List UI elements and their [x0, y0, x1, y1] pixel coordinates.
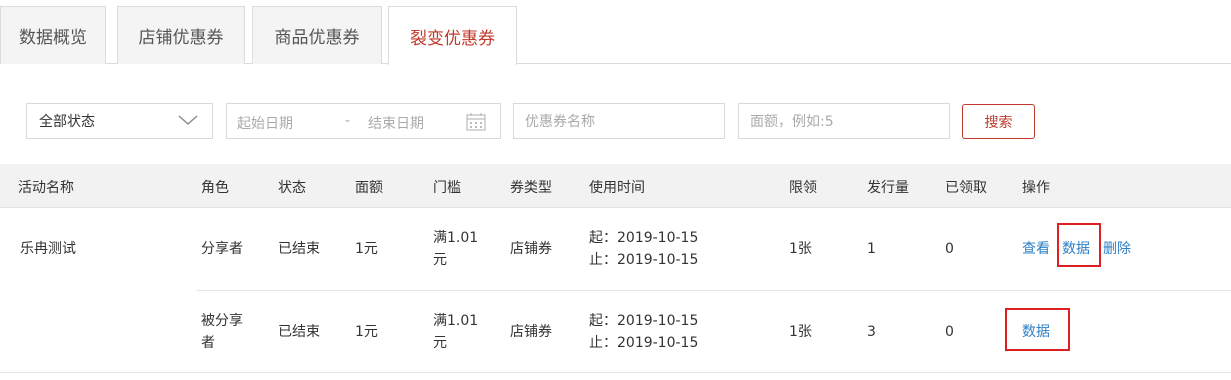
- status: 已结束: [278, 241, 320, 257]
- calendar-icon[interactable]: [466, 112, 486, 131]
- highlight-box: [1057, 223, 1101, 267]
- view-link[interactable]: 查看: [1022, 238, 1050, 260]
- col-issued: 发行量: [867, 180, 909, 196]
- time-end: 止：2019-10-15: [589, 335, 699, 351]
- col-activity-name: 活动名称: [18, 180, 74, 196]
- tab-fission-coupon[interactable]: 裂变优惠券: [388, 6, 517, 65]
- table-header: 活动名称 角色 状态 面额 门槛 券类型 使用时间 限领 发行量 已领取 操作: [0, 164, 1231, 208]
- role: 分享者: [201, 241, 243, 257]
- amount-placeholder: 面额，例如:5: [750, 114, 834, 130]
- threshold-unit: 元: [433, 252, 447, 268]
- threshold: 满1.01: [433, 230, 479, 246]
- limit: 1张: [789, 324, 812, 340]
- col-role: 角色: [201, 180, 229, 196]
- time-start: 起：2019-10-15: [589, 230, 699, 246]
- status-select-value: 全部状态: [39, 114, 95, 130]
- activity-name: 乐冉测试: [20, 241, 76, 257]
- col-claimed: 已领取: [945, 180, 987, 196]
- col-usage-time: 使用时间: [589, 180, 645, 196]
- claimed: 0: [945, 324, 954, 340]
- limit: 1张: [789, 241, 812, 257]
- col-threshold: 门槛: [433, 180, 461, 196]
- coupon-name-input[interactable]: 优惠券名称: [513, 103, 725, 139]
- date-range-picker[interactable]: 起始日期 - 结束日期: [226, 103, 501, 139]
- coupon-type: 店铺券: [510, 324, 552, 340]
- highlight-box: [1005, 308, 1070, 351]
- role-cont: 者: [201, 335, 215, 351]
- date-range-separator: -: [345, 113, 351, 129]
- col-limit: 限领: [789, 180, 817, 196]
- coupon-name-placeholder: 优惠券名称: [525, 114, 595, 130]
- tab-bar: 数据概览 店铺优惠券 商品优惠券 裂变优惠券: [0, 0, 1231, 65]
- end-date-input[interactable]: 结束日期: [368, 113, 424, 133]
- threshold: 满1.01: [433, 313, 479, 329]
- table-bottom-border: [0, 372, 1231, 373]
- col-coupon-type: 券类型: [510, 180, 552, 196]
- role: 被分享: [201, 313, 243, 329]
- issued: 3: [867, 324, 876, 340]
- col-status: 状态: [278, 180, 306, 196]
- amount: 1元: [355, 241, 378, 257]
- col-amount: 面额: [355, 180, 383, 196]
- coupon-type: 店铺券: [510, 241, 552, 257]
- amount-input[interactable]: 面额，例如:5: [738, 103, 950, 139]
- row-divider: [197, 290, 1231, 291]
- col-actions: 操作: [1022, 180, 1050, 196]
- status-select[interactable]: 全部状态: [26, 103, 213, 139]
- start-date-input[interactable]: 起始日期: [237, 113, 293, 133]
- search-button[interactable]: 搜索: [962, 104, 1035, 139]
- chevron-down-icon: [178, 115, 198, 125]
- tab-store-coupon[interactable]: 店铺优惠券: [117, 6, 245, 64]
- time-end: 止：2019-10-15: [589, 252, 699, 268]
- time-start: 起：2019-10-15: [589, 313, 699, 329]
- amount: 1元: [355, 324, 378, 340]
- status: 已结束: [278, 324, 320, 340]
- tab-data-overview[interactable]: 数据概览: [0, 6, 106, 64]
- threshold-unit: 元: [433, 335, 447, 351]
- issued: 1: [867, 241, 876, 257]
- claimed: 0: [945, 241, 954, 257]
- delete-link[interactable]: 删除: [1103, 238, 1131, 260]
- tab-product-coupon[interactable]: 商品优惠券: [252, 6, 382, 64]
